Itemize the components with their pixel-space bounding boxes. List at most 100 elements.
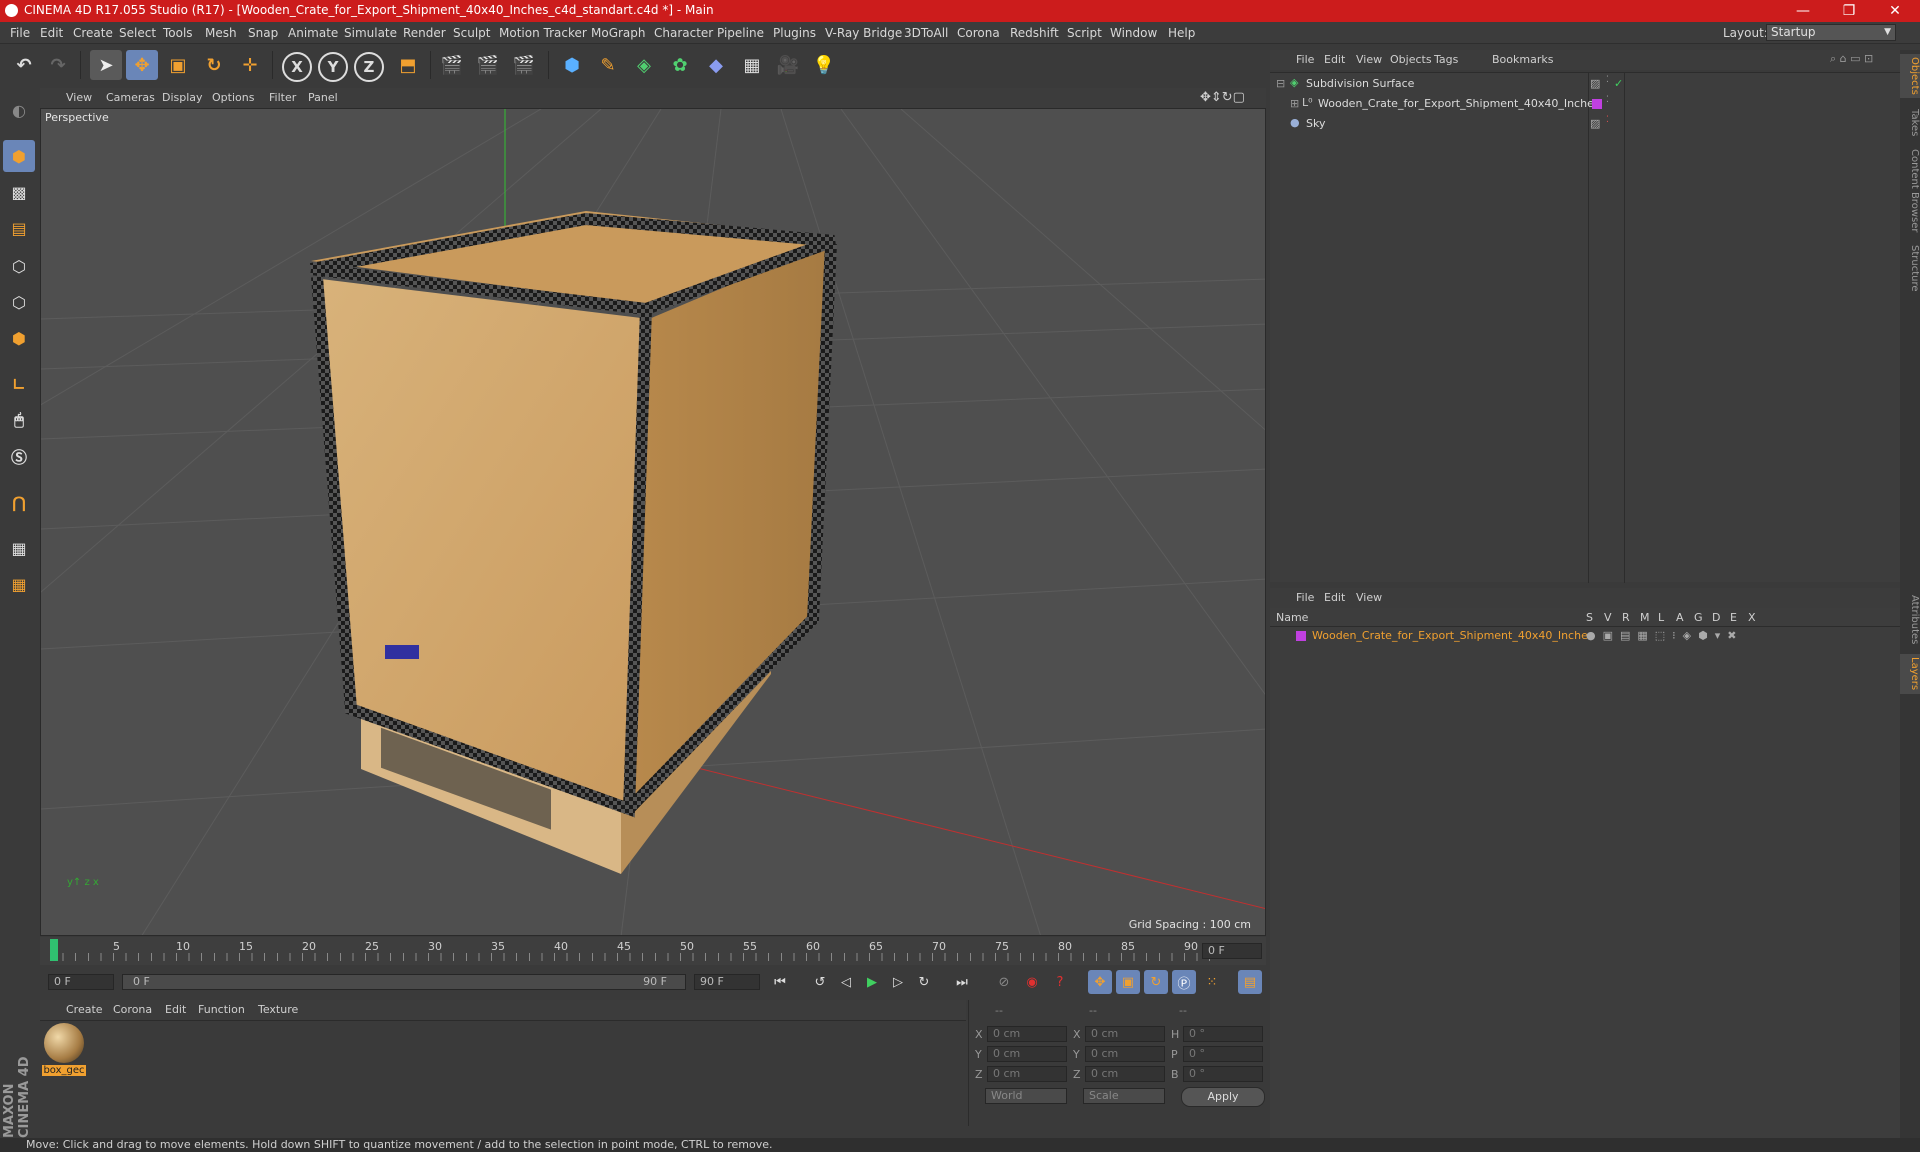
- subdivision-surface-icon[interactable]: ◈: [628, 50, 660, 80]
- goto-start-icon[interactable]: ⏮: [768, 970, 792, 994]
- collapse-icon[interactable]: ⊟: [1276, 77, 1285, 90]
- render-view-icon[interactable]: 🎬: [436, 50, 468, 80]
- menu-create[interactable]: Create: [73, 26, 113, 40]
- undo-icon[interactable]: ↶: [8, 50, 40, 80]
- position-z-field[interactable]: 0 cm: [987, 1066, 1067, 1082]
- viewport-menu-cameras[interactable]: Cameras: [106, 91, 155, 104]
- make-editable-icon[interactable]: ◐: [3, 94, 35, 126]
- object-menu-bookmarks[interactable]: Bookmarks: [1492, 53, 1553, 66]
- object-menu-objects[interactable]: Objects: [1390, 53, 1432, 66]
- coordinate-system-icon[interactable]: ⬒: [392, 50, 424, 80]
- visibility-dots-icon[interactable]: ⁚: [1606, 95, 1609, 105]
- object-menu-edit[interactable]: Edit: [1324, 53, 1345, 66]
- move-tool-icon[interactable]: ✥: [126, 50, 158, 80]
- menu-animate[interactable]: Animate: [288, 26, 338, 40]
- menu-redshift[interactable]: Redshift: [1010, 26, 1059, 40]
- cube-object-icon[interactable]: ⬢: [556, 50, 588, 80]
- viewport-menu-filter[interactable]: Filter: [269, 91, 296, 104]
- render-region-icon[interactable]: 🎬: [472, 50, 504, 80]
- menu-script[interactable]: Script: [1067, 26, 1102, 40]
- viewport-nav-icons[interactable]: ✥⇕↻▢: [1200, 90, 1245, 105]
- visibility-dots-icon[interactable]: ⁚: [1606, 75, 1609, 85]
- tab-layers[interactable]: Layers: [1900, 654, 1920, 694]
- visibility-dots-icon[interactable]: ⁚: [1606, 115, 1609, 125]
- object-row[interactable]: ● Sky ▨ ⁚: [1270, 115, 1900, 133]
- tab-attributes[interactable]: Attributes: [1900, 590, 1920, 650]
- snapping-magnet-icon[interactable]: ⋂: [3, 486, 35, 518]
- menu-file[interactable]: File: [10, 26, 30, 40]
- menu-character[interactable]: Character: [654, 26, 713, 40]
- menu-mograph[interactable]: MoGraph: [591, 26, 646, 40]
- render-to-picture-viewer-icon[interactable]: 🎬: [508, 50, 540, 80]
- size-mode-select[interactable]: Scale: [1083, 1088, 1165, 1104]
- key-rotation-icon[interactable]: ↻: [1144, 970, 1168, 994]
- start-frame-field[interactable]: 0 F: [48, 974, 114, 990]
- menu-window[interactable]: Window: [1110, 26, 1157, 40]
- viewport-menu-panel[interactable]: Panel: [308, 91, 338, 104]
- menu-3dtoall[interactable]: 3DToAll: [904, 26, 948, 40]
- menu-mesh[interactable]: Mesh: [205, 26, 237, 40]
- record-keys-icon[interactable]: ⊘: [992, 970, 1016, 994]
- layer-name[interactable]: Wooden_Crate_for_Export_Shipment_40x40_I…: [1312, 629, 1594, 642]
- y-axis-lock-button[interactable]: Y: [318, 52, 348, 82]
- tab-objects[interactable]: Objects: [1900, 54, 1920, 98]
- range-slider[interactable]: 0 F 90 F: [122, 974, 686, 990]
- edges-mode-icon[interactable]: ⬡: [3, 286, 35, 318]
- key-scale-icon[interactable]: ▣: [1116, 970, 1140, 994]
- autokey-icon[interactable]: ◉: [1020, 970, 1044, 994]
- menu-simulate[interactable]: Simulate: [344, 26, 397, 40]
- size-z-field[interactable]: 0 cm: [1085, 1066, 1165, 1082]
- key-pla-icon[interactable]: ⁙: [1200, 970, 1224, 994]
- object-menu-view[interactable]: View: [1356, 53, 1382, 66]
- rotation-p-field[interactable]: 0 °: [1183, 1046, 1263, 1062]
- menu-plugins[interactable]: Plugins: [773, 26, 816, 40]
- solo-mode-icon[interactable]: Ⓢ: [3, 440, 35, 472]
- workplane-mode-icon[interactable]: ▤: [3, 212, 35, 244]
- goto-end-icon[interactable]: ⏭: [950, 970, 974, 994]
- position-y-field[interactable]: 0 cm: [987, 1046, 1067, 1062]
- menu-vray-bridge[interactable]: V-Ray Bridge: [825, 26, 902, 40]
- pen-spline-icon[interactable]: ✎: [592, 50, 624, 80]
- rotation-h-field[interactable]: 0 °: [1183, 1026, 1263, 1042]
- restore-button[interactable]: ❐: [1826, 0, 1872, 22]
- object-menu-file[interactable]: File: [1296, 53, 1314, 66]
- camera-icon[interactable]: 🎥: [772, 50, 804, 80]
- menu-motion-tracker[interactable]: Motion Tracker: [499, 26, 587, 40]
- menu-pipeline[interactable]: Pipeline: [717, 26, 764, 40]
- play-icon[interactable]: ▶: [860, 970, 884, 994]
- layer-row[interactable]: Wooden_Crate_for_Export_Shipment_40x40_I…: [1270, 628, 1900, 644]
- apply-button[interactable]: Apply: [1181, 1087, 1265, 1107]
- timeline-ruler[interactable]: 051015202530354045505560657075808590 0 F: [40, 937, 1266, 965]
- material-menu-function[interactable]: Function: [198, 1003, 245, 1016]
- menu-select[interactable]: Select: [119, 26, 156, 40]
- deformer-icon[interactable]: ◆: [700, 50, 732, 80]
- coordinate-mode-select[interactable]: World: [985, 1088, 1067, 1104]
- tab-content-browser[interactable]: Content Browser: [1900, 146, 1920, 236]
- material-menu-texture[interactable]: Texture: [258, 1003, 298, 1016]
- perspective-viewport[interactable]: Perspective Grid Spacing : 100 cm y↑ z x: [40, 108, 1266, 936]
- layer-tag-icon[interactable]: ▨: [1590, 117, 1600, 130]
- playhead[interactable]: [50, 939, 58, 961]
- menu-tools[interactable]: Tools: [163, 26, 193, 40]
- viewport-menu-display[interactable]: Display: [162, 91, 203, 104]
- key-position-icon[interactable]: ✥: [1088, 970, 1112, 994]
- previous-key-icon[interactable]: ↺: [808, 970, 832, 994]
- keyframe-selection-icon[interactable]: ?: [1048, 970, 1072, 994]
- workplane-lock-icon[interactable]: ▦: [3, 532, 35, 564]
- floor-scene-icon[interactable]: ▦: [736, 50, 768, 80]
- z-axis-lock-button[interactable]: Z: [354, 52, 384, 82]
- expand-icon[interactable]: ⊞: [1290, 97, 1299, 110]
- layer-flags-icons[interactable]: ●▣▤▦⬚⁝◈⬢▾✖: [1586, 629, 1743, 642]
- close-button[interactable]: ✕: [1872, 0, 1918, 22]
- menu-corona[interactable]: Corona: [957, 26, 1000, 40]
- object-manager-search-home-icons[interactable]: ⌕ ⌂ ▭ ⊡: [1830, 52, 1873, 66]
- material-menu-corona[interactable]: Corona: [113, 1003, 152, 1016]
- tab-takes[interactable]: Takes: [1900, 104, 1920, 142]
- minimize-button[interactable]: —: [1780, 0, 1826, 22]
- timeline-window-icon[interactable]: ▤: [1238, 970, 1262, 994]
- key-parameter-icon[interactable]: Ⓟ: [1172, 970, 1196, 994]
- layer-menu-file[interactable]: File: [1296, 591, 1314, 604]
- points-mode-icon[interactable]: ⬡: [3, 250, 35, 282]
- transform-tool-icon[interactable]: ✛: [234, 50, 266, 80]
- enabled-check-icon[interactable]: ✓: [1614, 77, 1623, 90]
